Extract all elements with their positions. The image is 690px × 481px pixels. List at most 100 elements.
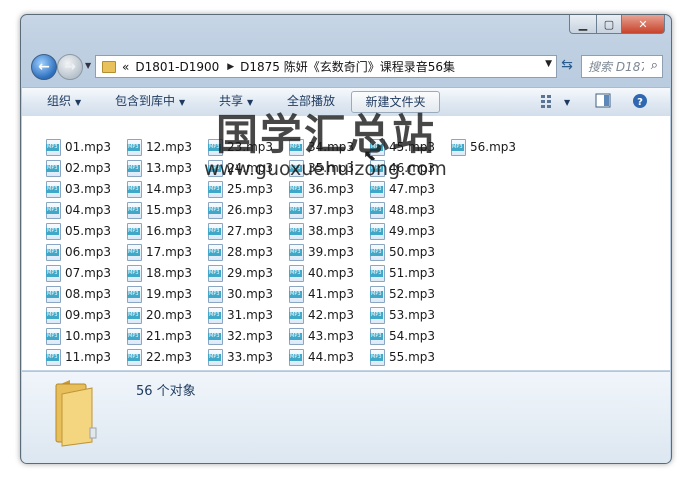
forward-button[interactable]: →: [57, 54, 83, 80]
file-item[interactable]: 38.mp3: [289, 221, 354, 241]
file-item[interactable]: 52.mp3: [370, 284, 435, 304]
view-options-icon[interactable]: [540, 93, 556, 109]
file-item[interactable]: 40.mp3: [289, 263, 354, 283]
file-item[interactable]: 19.mp3: [127, 284, 192, 304]
file-item[interactable]: 25.mp3: [208, 179, 273, 199]
file-item[interactable]: 17.mp3: [127, 242, 192, 262]
file-name: 29.mp3: [227, 266, 274, 280]
file-item[interactable]: 43.mp3: [289, 326, 354, 346]
file-item[interactable]: 53.mp3: [370, 305, 435, 325]
mp3-file-icon: [127, 348, 142, 366]
file-item[interactable]: 27.mp3: [208, 221, 273, 241]
mp3-file-icon: [208, 306, 223, 324]
refresh-icon[interactable]: ⇆: [557, 55, 577, 76]
file-item[interactable]: 18.mp3: [127, 263, 192, 283]
search-box[interactable]: 搜索 D187... ⌕: [581, 55, 663, 78]
navigation-bar: ← → ▼ « D1801-D1900 ▶ D1875 陈妍《玄数奇门》课程录音…: [29, 51, 663, 81]
file-item[interactable]: 33.mp3: [208, 347, 273, 367]
file-item[interactable]: 26.mp3: [208, 200, 273, 220]
file-item[interactable]: 08.mp3: [46, 284, 111, 304]
file-name: 05.mp3: [65, 224, 112, 238]
file-item[interactable]: 16.mp3: [127, 221, 192, 241]
mp3-file-icon: [46, 285, 61, 303]
breadcrumb-parent[interactable]: D1801-D1900: [135, 60, 219, 74]
file-item[interactable]: 41.mp3: [289, 284, 354, 304]
mp3-file-icon: [208, 201, 223, 219]
breadcrumb-chevron-icon[interactable]: ▶: [227, 62, 234, 72]
mp3-file-icon: [289, 306, 304, 324]
file-item[interactable]: 28.mp3: [208, 242, 273, 262]
breadcrumb-overflow[interactable]: «: [122, 60, 129, 74]
mp3-file-icon: [46, 159, 61, 177]
file-item[interactable]: 37.mp3: [289, 200, 354, 220]
history-dropdown-icon[interactable]: ▼: [85, 61, 91, 70]
file-item[interactable]: 06.mp3: [46, 242, 111, 262]
file-item[interactable]: 04.mp3: [46, 200, 111, 220]
mp3-file-icon: [289, 243, 304, 261]
file-item[interactable]: 44.mp3: [289, 347, 354, 367]
address-dropdown-icon[interactable]: ▼: [545, 59, 552, 69]
file-item[interactable]: 36.mp3: [289, 179, 354, 199]
file-item[interactable]: 50.mp3: [370, 242, 435, 262]
file-item[interactable]: 20.mp3: [127, 305, 192, 325]
mp3-file-icon: [127, 264, 142, 282]
mp3-file-icon: [46, 327, 61, 345]
file-name: 18.mp3: [146, 266, 193, 280]
mp3-file-icon: [46, 264, 61, 282]
file-item[interactable]: 55.mp3: [370, 347, 435, 367]
file-name: 43.mp3: [308, 329, 355, 343]
search-icon[interactable]: ⌕: [651, 58, 658, 73]
file-item[interactable]: 54.mp3: [370, 326, 435, 346]
file-item[interactable]: 29.mp3: [208, 263, 273, 283]
file-name: 02.mp3: [65, 161, 112, 175]
address-bar[interactable]: « D1801-D1900 ▶ D1875 陈妍《玄数奇门》课程录音56集 ▼: [95, 55, 557, 78]
mp3-file-icon: [127, 159, 142, 177]
organize-menu[interactable]: 组织 ▼: [42, 91, 86, 111]
file-item[interactable]: 09.mp3: [46, 305, 111, 325]
file-item[interactable]: 11.mp3: [46, 347, 111, 367]
file-item[interactable]: 12.mp3: [127, 137, 192, 157]
file-item[interactable]: 13.mp3: [127, 158, 192, 178]
file-item[interactable]: 42.mp3: [289, 305, 354, 325]
file-item[interactable]: 30.mp3: [208, 284, 273, 304]
file-item[interactable]: 56.mp3: [451, 137, 516, 157]
back-button[interactable]: ←: [31, 54, 57, 80]
search-input[interactable]: 搜索 D187...: [588, 58, 644, 75]
file-name: 33.mp3: [227, 350, 274, 364]
mp3-file-icon: [289, 264, 304, 282]
help-icon[interactable]: ?: [632, 93, 648, 109]
file-name: 04.mp3: [65, 203, 112, 217]
file-item[interactable]: 39.mp3: [289, 242, 354, 262]
file-item[interactable]: 10.mp3: [46, 326, 111, 346]
file-item[interactable]: 15.mp3: [127, 200, 192, 220]
file-item[interactable]: 48.mp3: [370, 200, 435, 220]
file-item[interactable]: 02.mp3: [46, 158, 111, 178]
file-item[interactable]: 22.mp3: [127, 347, 192, 367]
mp3-file-icon: [46, 306, 61, 324]
view-dropdown-icon[interactable]: ▼: [560, 91, 570, 111]
file-item[interactable]: 21.mp3: [127, 326, 192, 346]
file-item[interactable]: 31.mp3: [208, 305, 273, 325]
include-in-library-menu[interactable]: 包含到库中 ▼: [110, 91, 190, 111]
mp3-file-icon: [46, 348, 61, 366]
file-item[interactable]: 01.mp3: [46, 137, 111, 157]
folder-icon: [102, 60, 116, 73]
file-name: 09.mp3: [65, 308, 112, 322]
file-item[interactable]: 47.mp3: [370, 179, 435, 199]
file-item[interactable]: 14.mp3: [127, 179, 192, 199]
maximize-button[interactable]: ▢: [597, 15, 622, 34]
file-item[interactable]: 49.mp3: [370, 221, 435, 241]
minimize-button[interactable]: ▁: [569, 15, 597, 34]
file-item[interactable]: 32.mp3: [208, 326, 273, 346]
close-button[interactable]: ✕: [622, 15, 665, 34]
file-item[interactable]: 05.mp3: [46, 221, 111, 241]
file-name: 40.mp3: [308, 266, 355, 280]
file-item[interactable]: 07.mp3: [46, 263, 111, 283]
preview-pane-icon[interactable]: [595, 93, 611, 109]
mp3-file-icon: [289, 180, 304, 198]
mp3-file-icon: [370, 201, 385, 219]
file-item[interactable]: 03.mp3: [46, 179, 111, 199]
breadcrumb-current[interactable]: D1875 陈妍《玄数奇门》课程录音56集: [240, 58, 455, 75]
file-item[interactable]: 51.mp3: [370, 263, 435, 283]
file-name: 25.mp3: [227, 182, 274, 196]
